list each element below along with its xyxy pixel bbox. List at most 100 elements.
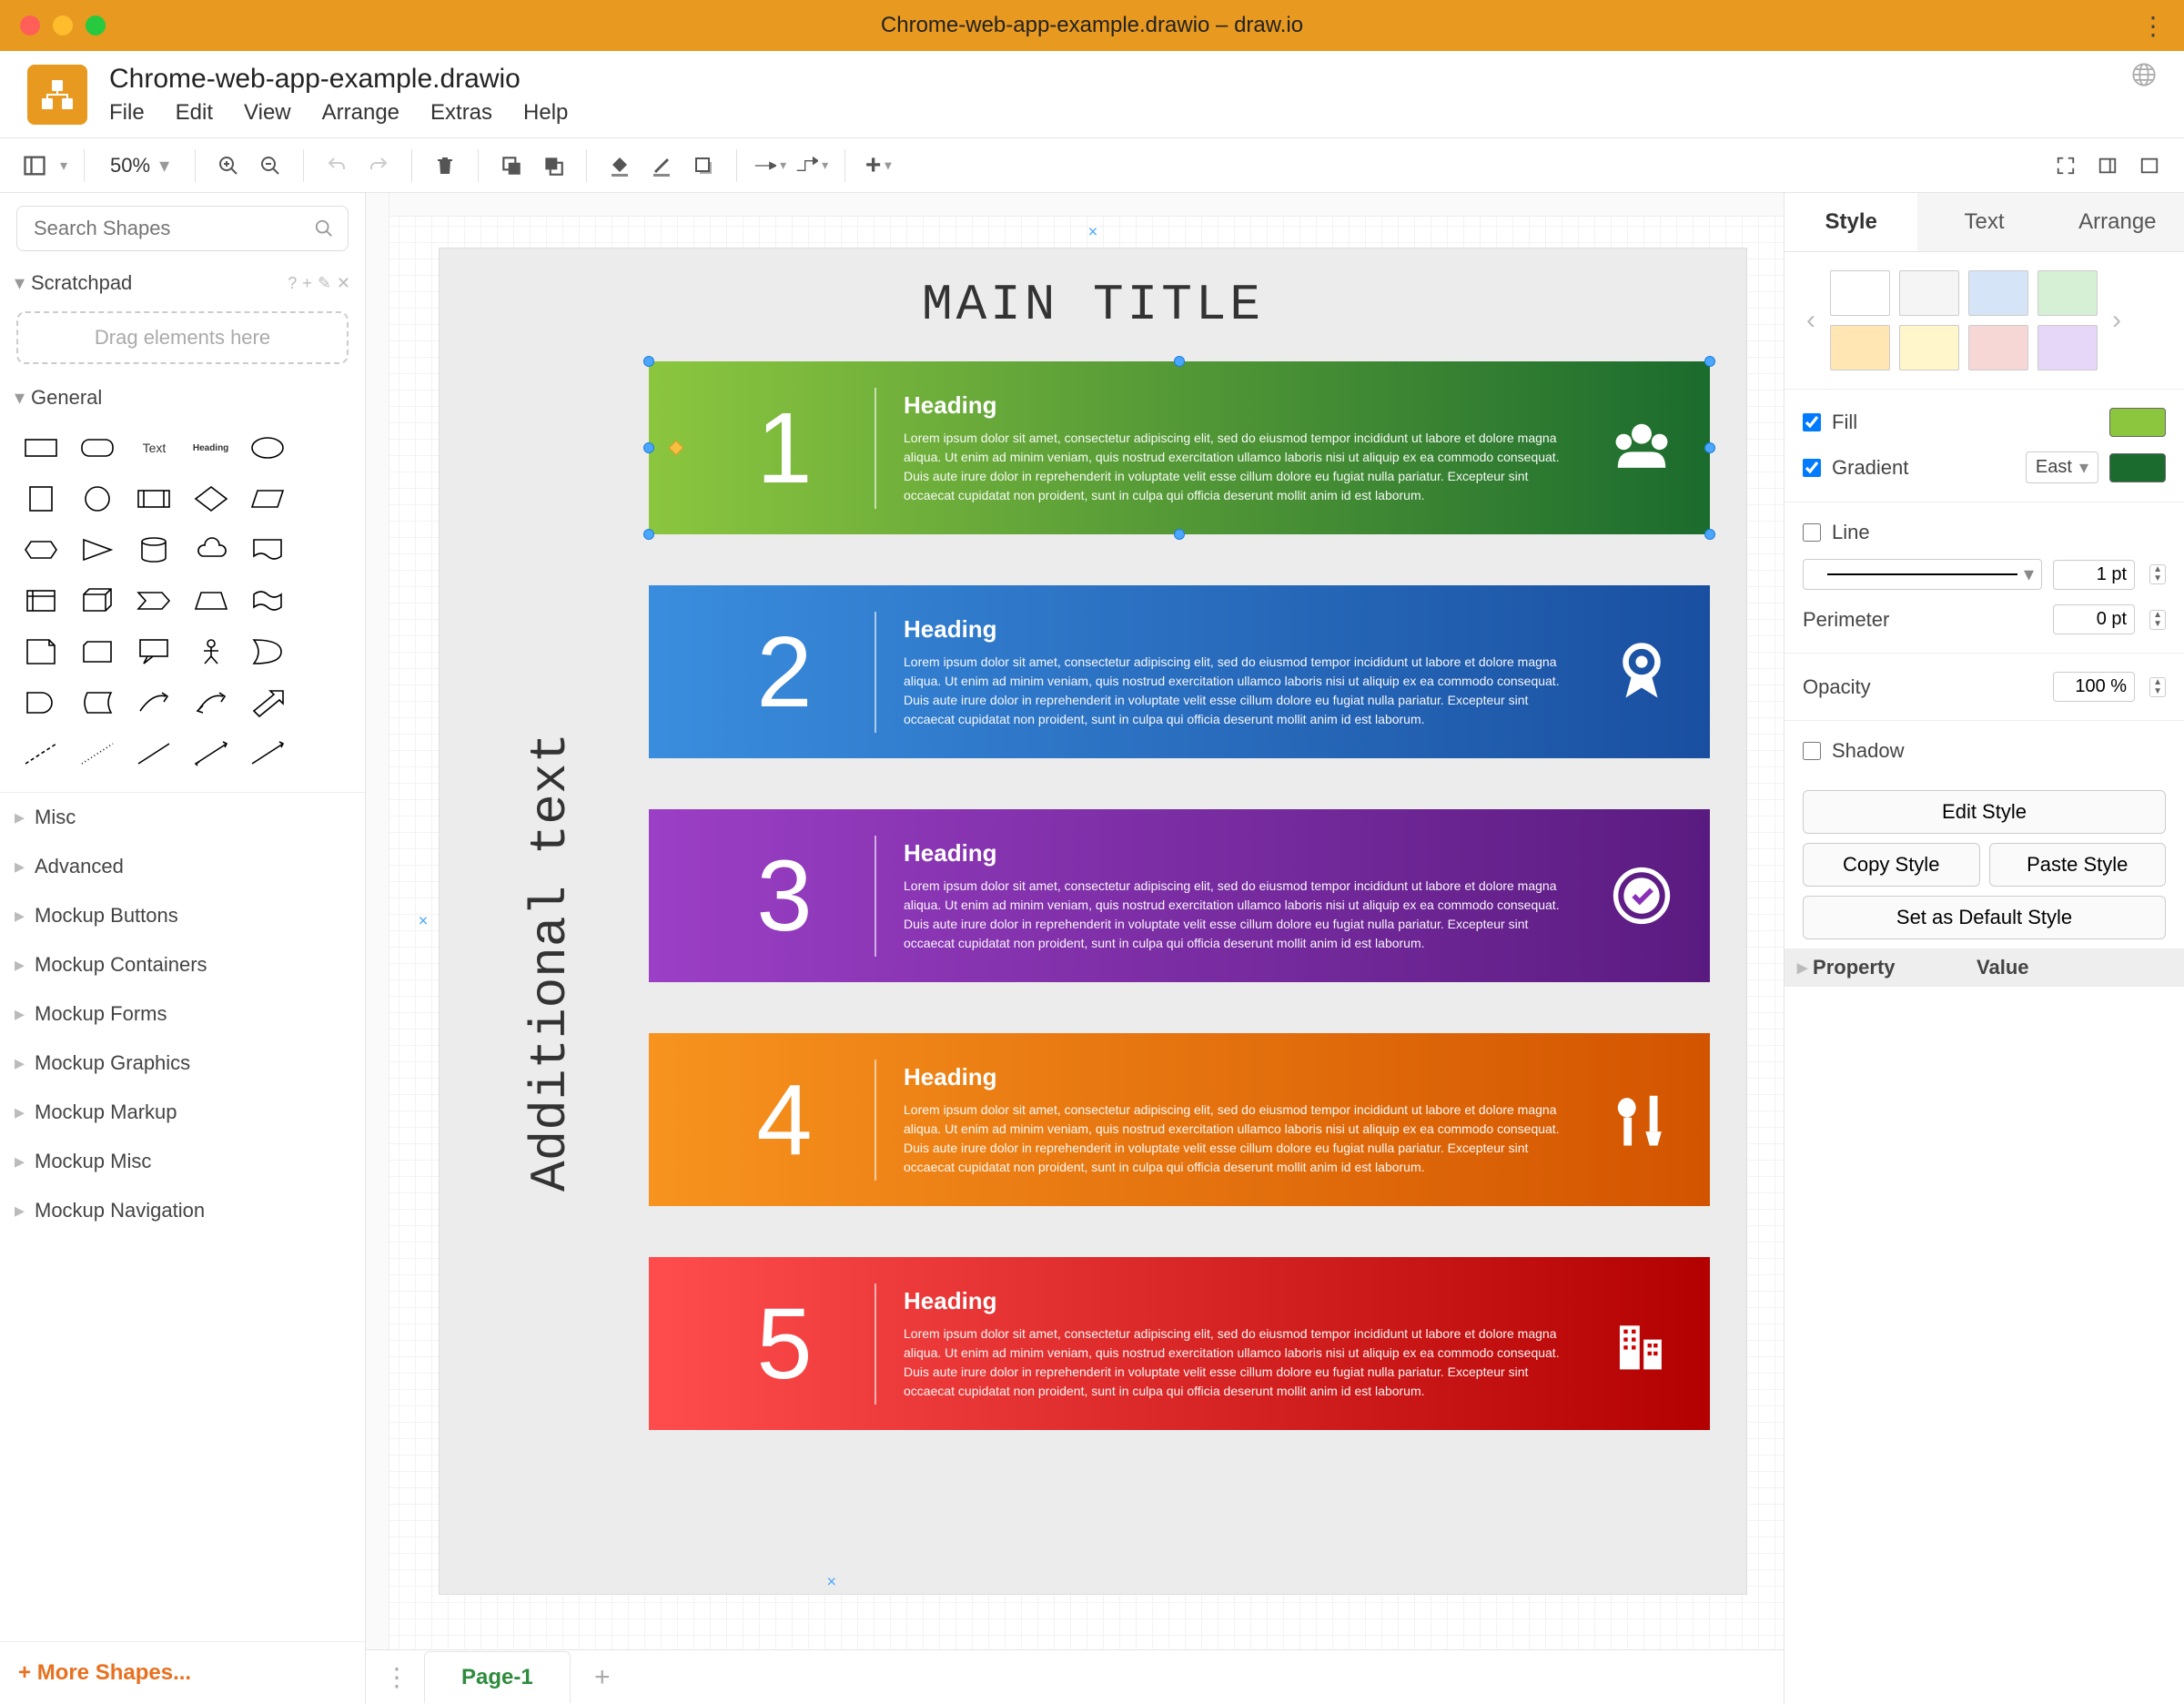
general-header[interactable]: ▾ General: [0, 379, 365, 417]
set-default-style-button[interactable]: Set as Default Style: [1803, 896, 2166, 939]
shape-thick-arrow[interactable]: [243, 681, 292, 725]
shape-process[interactable]: [129, 477, 178, 521]
shape-square[interactable]: [16, 477, 66, 521]
main-title[interactable]: MAIN TITLE: [440, 248, 1746, 361]
add-scratch-icon[interactable]: +: [302, 274, 312, 293]
shape-trapezoid[interactable]: [187, 579, 236, 623]
page-tab-1[interactable]: Page-1: [424, 1651, 571, 1703]
language-globe-icon[interactable]: [2131, 62, 2157, 87]
zoom-out-button[interactable]: [254, 149, 287, 182]
swatch-prev-button[interactable]: ‹: [1803, 305, 1819, 336]
shape-bidir-arrow[interactable]: [187, 732, 236, 776]
tab-arrange[interactable]: Arrange: [2051, 193, 2184, 251]
scratchpad-header[interactable]: ▾ Scratchpad ? + ✎ ✕: [0, 264, 365, 302]
shape-line[interactable]: [129, 732, 178, 776]
shape-document[interactable]: [243, 528, 292, 572]
shape-dotted-line[interactable]: [73, 732, 122, 776]
category-mockup-containers[interactable]: ▸Mockup Containers: [0, 940, 365, 989]
shape-and[interactable]: [16, 681, 66, 725]
shape-arrow-line[interactable]: [243, 732, 292, 776]
gradient-color-swatch[interactable]: [2109, 453, 2166, 482]
edit-style-button[interactable]: Edit Style: [1803, 790, 2166, 834]
shape-tape[interactable]: [243, 579, 292, 623]
to-back-button[interactable]: [537, 149, 570, 182]
perimeter-input[interactable]: [2053, 604, 2135, 634]
line-style-select[interactable]: [1803, 559, 2042, 590]
shape-or[interactable]: [243, 630, 292, 674]
search-shapes-input[interactable]: [16, 206, 349, 251]
banner-1[interactable]: 1 Heading Lorem ipsum dolor sit amet, co…: [649, 361, 1710, 534]
category-advanced[interactable]: ▸Advanced: [0, 842, 365, 891]
shape-cube[interactable]: [73, 579, 122, 623]
shape-callout[interactable]: [129, 630, 178, 674]
titlebar-menu-icon[interactable]: ⋮: [2140, 11, 2166, 41]
page-surface[interactable]: MAIN TITLE Additional text 1 Heading Lor…: [439, 248, 1747, 1595]
add-page-button[interactable]: +: [580, 1659, 625, 1696]
shape-blank3[interactable]: [299, 528, 349, 572]
category-mockup-navigation[interactable]: ▸Mockup Navigation: [0, 1186, 365, 1235]
menu-edit[interactable]: Edit: [176, 100, 213, 126]
banner-2[interactable]: 2 Heading Lorem ipsum dolor sit amet, co…: [649, 585, 1710, 758]
style-swatch-5[interactable]: [1899, 325, 1959, 370]
style-swatch-6[interactable]: [1968, 325, 2028, 370]
menu-help[interactable]: Help: [523, 100, 568, 126]
opacity-input[interactable]: [2053, 672, 2135, 702]
fill-checkbox[interactable]: [1803, 413, 1821, 431]
close-window-button[interactable]: [20, 15, 40, 36]
shadow-button[interactable]: [687, 149, 720, 182]
page-menu-button[interactable]: ⋮: [379, 1659, 415, 1696]
shape-hexagon[interactable]: [16, 528, 66, 572]
swatch-next-button[interactable]: ›: [2108, 305, 2125, 336]
shape-blank2[interactable]: [299, 477, 349, 521]
format-toggle-button[interactable]: [2091, 149, 2124, 182]
shape-dashed-line[interactable]: [16, 732, 66, 776]
delete-button[interactable]: [429, 149, 461, 182]
banner-4[interactable]: 4 Heading Lorem ipsum dolor sit amet, co…: [649, 1033, 1710, 1206]
to-front-button[interactable]: [495, 149, 528, 182]
shape-step[interactable]: [129, 579, 178, 623]
canvas[interactable]: MAIN TITLE Additional text 1 Heading Lor…: [366, 193, 1784, 1649]
shadow-checkbox[interactable]: [1803, 742, 1821, 760]
shape-triangle[interactable]: [73, 528, 122, 572]
menu-view[interactable]: View: [244, 100, 291, 126]
menu-extras[interactable]: Extras: [430, 100, 492, 126]
category-misc[interactable]: ▸Misc: [0, 793, 365, 842]
maximize-window-button[interactable]: [86, 15, 106, 36]
shape-diamond[interactable]: [187, 477, 236, 521]
shape-rect[interactable]: [16, 426, 66, 470]
redo-button[interactable]: [362, 149, 395, 182]
shape-blank7[interactable]: [299, 732, 349, 776]
insert-button[interactable]: +▾: [862, 149, 895, 182]
sidebar-toggle-button[interactable]: [18, 149, 51, 182]
fill-color-button[interactable]: [603, 149, 636, 182]
style-swatch-0[interactable]: [1830, 270, 1890, 316]
edit-scratch-icon[interactable]: ✎: [318, 274, 331, 293]
shape-blank[interactable]: [299, 426, 349, 470]
tab-text[interactable]: Text: [1917, 193, 2050, 251]
shape-cloud[interactable]: [187, 528, 236, 572]
waypoint-button[interactable]: ▾: [795, 149, 828, 182]
banner-3[interactable]: 3 Heading Lorem ipsum dolor sit amet, co…: [649, 809, 1710, 982]
connection-button[interactable]: ▾: [753, 149, 786, 182]
scratchpad-dropzone[interactable]: Drag elements here: [16, 311, 349, 364]
menu-arrange[interactable]: Arrange: [322, 100, 399, 126]
banner-5[interactable]: 5 Heading Lorem ipsum dolor sit amet, co…: [649, 1257, 1710, 1430]
shape-cylinder[interactable]: [129, 528, 178, 572]
shape-blank6[interactable]: [299, 681, 349, 725]
line-checkbox[interactable]: [1803, 523, 1821, 542]
gradient-direction-select[interactable]: East ▾: [2026, 451, 2098, 483]
category-mockup-buttons[interactable]: ▸Mockup Buttons: [0, 891, 365, 940]
tab-style[interactable]: Style: [1785, 193, 1917, 251]
close-scratch-icon[interactable]: ✕: [337, 274, 350, 293]
help-icon[interactable]: ?: [288, 274, 297, 293]
shape-round-rect[interactable]: [73, 426, 122, 470]
style-swatch-7[interactable]: [2037, 325, 2098, 370]
additional-text[interactable]: Additional text: [521, 412, 580, 1512]
zoom-in-button[interactable]: [212, 149, 245, 182]
shape-ellipse[interactable]: [243, 426, 292, 470]
style-swatch-3[interactable]: [2037, 270, 2098, 316]
shape-bi-curve-arrow[interactable]: [187, 681, 236, 725]
shape-parallelogram[interactable]: [243, 477, 292, 521]
copy-style-button[interactable]: Copy Style: [1803, 843, 1980, 887]
shape-note[interactable]: [16, 630, 66, 674]
